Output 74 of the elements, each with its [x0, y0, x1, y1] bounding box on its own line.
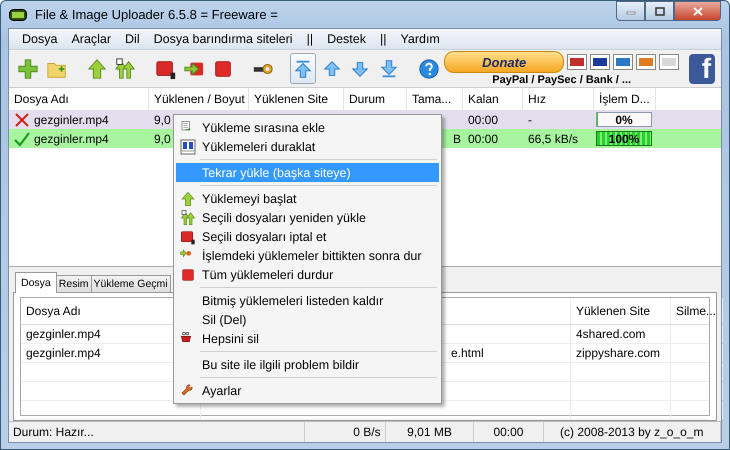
table-cell: zippyshare.com	[576, 346, 660, 360]
card-logo-icon	[590, 54, 610, 70]
check-icon	[14, 130, 30, 146]
menu-item[interactable]: Hepsini sil	[176, 329, 439, 348]
facebook-button[interactable]: f	[689, 54, 716, 84]
double-up-arrow-icon	[114, 58, 136, 80]
payment-methods-label: PayPal / PaySec / Bank / ...	[492, 74, 632, 86]
file-name-cell: gezginler.mp4	[34, 112, 109, 126]
up-arrow-icon	[86, 58, 108, 80]
app-icon	[9, 8, 27, 20]
table-cell: 4shared.com	[576, 327, 646, 341]
card-logo-icon	[567, 54, 588, 70]
stop-icon	[180, 266, 196, 282]
link-cell: e.html	[451, 346, 484, 360]
menu-item[interactable]: Yüklemeyi başlat	[176, 189, 439, 208]
table-cell: 00:00	[468, 112, 498, 126]
menu-item[interactable]: Dosya barındırma siteleri	[146, 32, 300, 46]
status-text: (c) 2008-2013 by z_o_o_m	[544, 422, 721, 442]
menu-item[interactable]: Yükleme sırasına ekle	[176, 118, 439, 137]
table-cell: gezginler.mp4	[26, 346, 101, 360]
square-with-mark-icon	[180, 228, 196, 244]
file-name-cell: gezginler.mp4	[34, 132, 109, 146]
tab[interactable]: Dosya	[15, 272, 57, 293]
progress-label: 0%	[615, 112, 633, 126]
menu-item[interactable]: ||	[372, 32, 394, 46]
move-to-bottom-icon	[378, 58, 400, 80]
maximize-icon	[654, 6, 664, 16]
menu-item[interactable]: Ayarlar	[176, 381, 439, 400]
cross-icon	[14, 112, 30, 128]
table-cell: 9,0	[154, 132, 171, 146]
menu-item[interactable]: Destek	[320, 32, 373, 46]
tab[interactable]: Resim	[56, 275, 92, 292]
minimize-button[interactable]	[616, 1, 645, 21]
menu-item[interactable]: Bitmiş yüklemeleri listeden kaldır	[176, 291, 439, 310]
status-text: 00:00	[474, 422, 544, 442]
table-cell: gezginler.mp4	[26, 327, 101, 341]
close-button[interactable]	[674, 1, 721, 21]
menu-item[interactable]: Araçlar	[64, 32, 118, 46]
menu-item[interactable]: Sil (Del)	[176, 310, 439, 329]
maximize-button[interactable]	[645, 1, 674, 21]
status-text: 9,01 MB	[386, 422, 474, 442]
menu-item[interactable]: Seçili dosyaları iptal et	[176, 227, 439, 246]
up-arrow-icon	[180, 190, 196, 206]
column-header[interactable]: Silme...	[676, 304, 716, 318]
table-cell: -	[528, 112, 532, 126]
menu-item[interactable]: ||	[300, 32, 320, 46]
menu-item[interactable]: Seçili dosyaları yeniden yükle	[176, 208, 439, 227]
card-logo-icon	[659, 54, 680, 70]
status-text: Durum: Hazır...	[9, 422, 305, 442]
menu-item[interactable]: İşlemdeki yüklemeler bittikten sonra dur	[176, 246, 439, 265]
pause-icon	[180, 138, 196, 154]
tab[interactable]: Yükleme Geçmi	[90, 275, 171, 292]
window-title: File & Image Uploader 6.5.8 = Freeware =	[35, 7, 278, 22]
double-up-arrow-icon	[180, 210, 196, 226]
menu-item[interactable]: Yardım	[393, 32, 447, 46]
menu-item[interactable]: Tüm yüklemeleri durdur	[176, 265, 439, 284]
table-cell: 9,0	[154, 112, 171, 126]
help-icon	[418, 58, 440, 80]
menu-item[interactable]: Dil	[118, 32, 147, 46]
table-cell: 66,5 kB/s	[528, 132, 578, 146]
status-text: 0 B/s	[304, 422, 386, 442]
close-icon	[692, 6, 702, 16]
table-cell: B	[452, 132, 461, 146]
column-header[interactable]: Dosya Adı	[26, 304, 81, 318]
menu-item[interactable]: Dosya	[15, 32, 64, 46]
menu-item[interactable]: Yüklemeleri duraklat	[176, 137, 439, 156]
progress-label: 100%	[608, 132, 640, 146]
card-logo-icon	[636, 54, 656, 70]
menu-item[interactable]: Bu site ile ilgili problem bildir	[176, 355, 439, 374]
plus-icon	[17, 58, 40, 80]
column-header[interactable]: Yüklenen Site	[576, 304, 650, 318]
card-logo-icon	[613, 54, 634, 70]
donate-button[interactable]: Donate	[444, 51, 564, 73]
table-cell: 00:00	[468, 132, 498, 146]
